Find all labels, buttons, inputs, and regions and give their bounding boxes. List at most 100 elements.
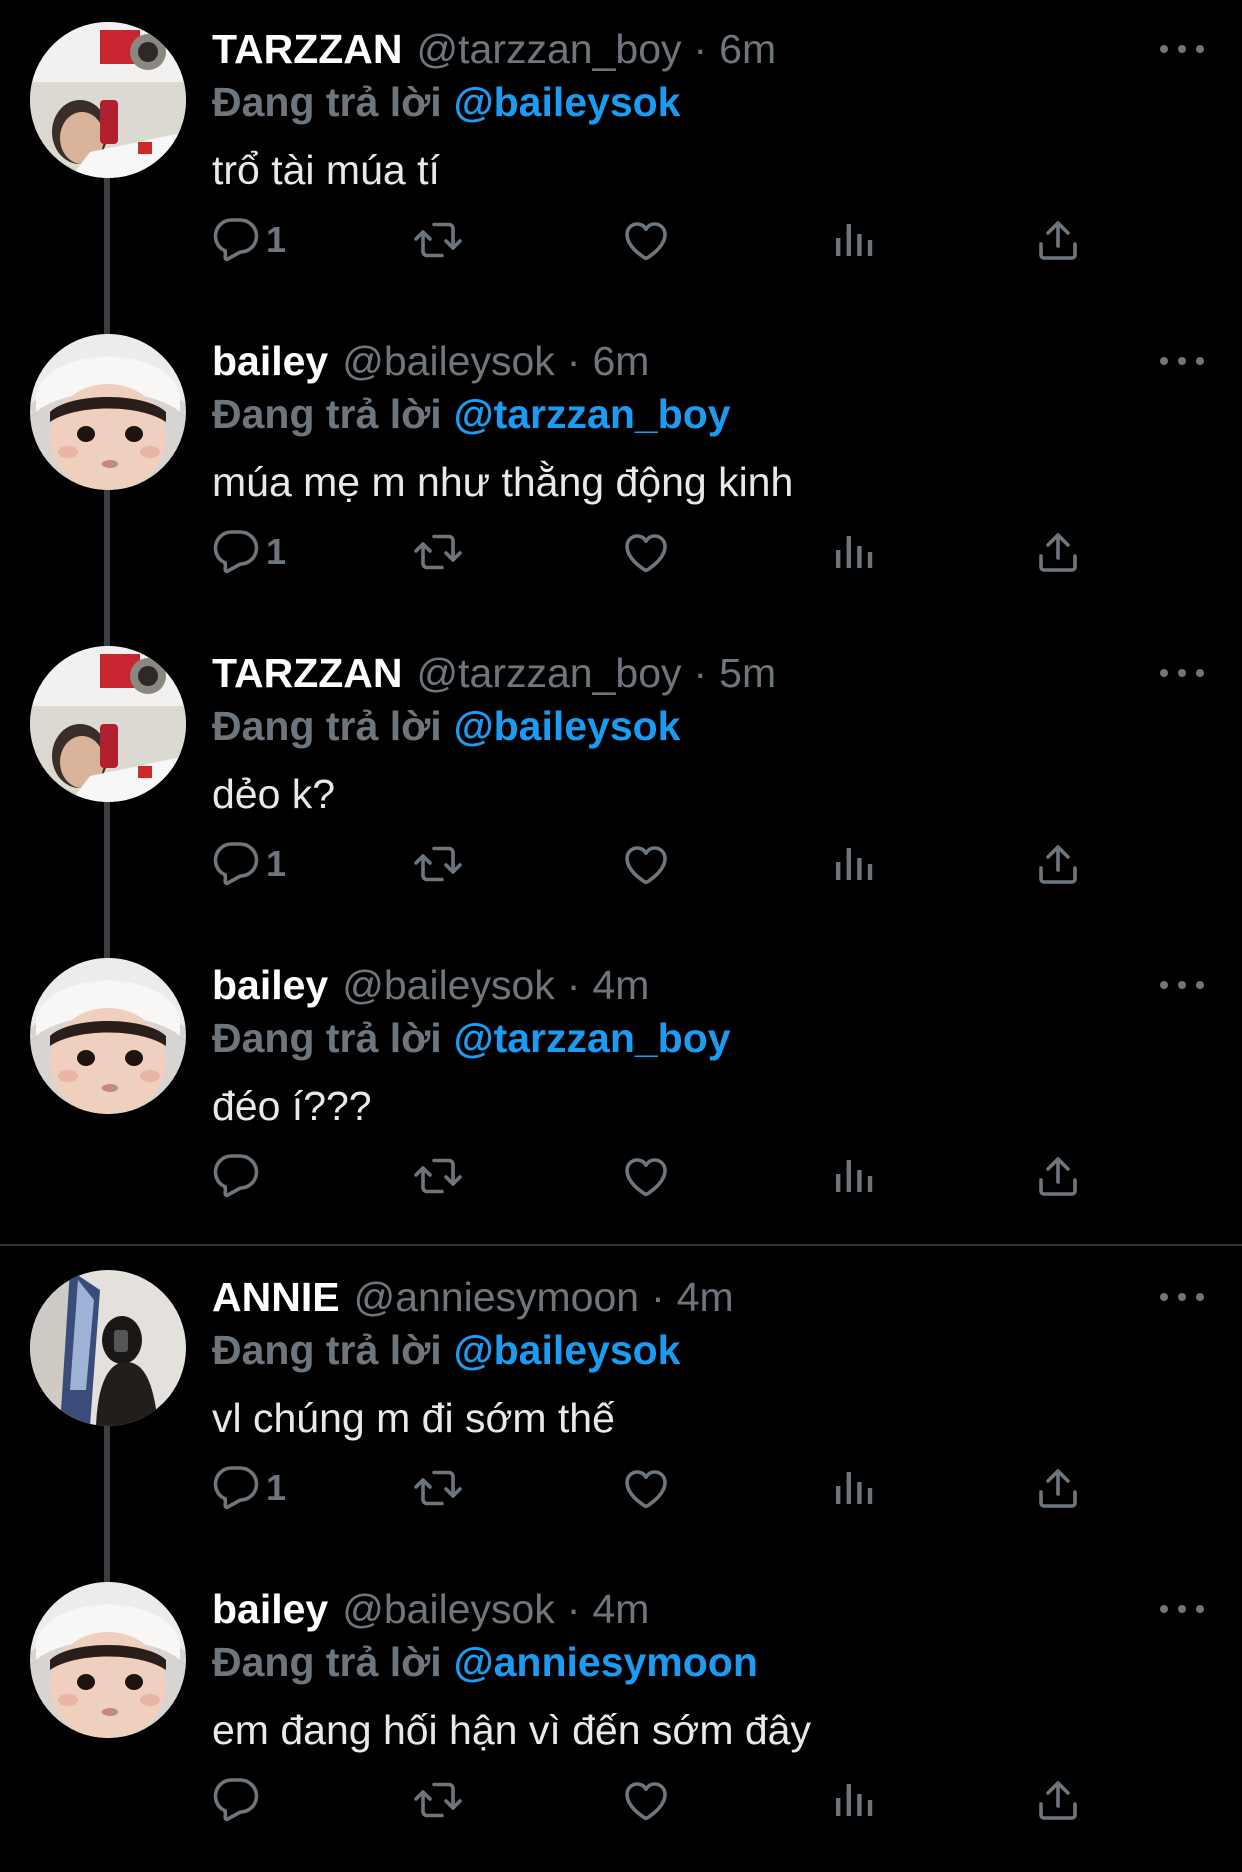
share-icon (1034, 1464, 1082, 1512)
avatar[interactable] (30, 1582, 186, 1738)
tweet[interactable]: TARZZAN @tarzzan_boy · 5m Đang trả lời @b… (0, 624, 1242, 958)
reply-button[interactable]: 1 (212, 1458, 286, 1518)
replying-to: Đang trả lời @anniesymoon (212, 1636, 758, 1688)
retweet-icon (414, 1464, 462, 1512)
tweet-text: dẻo k? (212, 771, 336, 817)
more-icon[interactable] (1160, 34, 1204, 64)
retweet-button[interactable] (414, 1146, 462, 1206)
avatar[interactable] (30, 22, 186, 178)
display-name[interactable]: TARZZAN (212, 22, 403, 76)
more-icon[interactable] (1160, 658, 1204, 688)
more-icon[interactable] (1160, 1282, 1204, 1312)
views-button[interactable] (830, 1458, 878, 1518)
reply-to-handle[interactable]: @tarzzan_boy (454, 391, 731, 437)
like-button[interactable] (622, 1770, 670, 1830)
username[interactable]: @baileysok (342, 1582, 555, 1636)
tweet[interactable]: ANNIE @anniesymoon · 4m Đang trả lời @bai… (0, 1248, 1242, 1582)
display-name[interactable]: TARZZAN (212, 646, 403, 700)
avatar[interactable] (30, 334, 186, 490)
reply-button[interactable]: 1 (212, 834, 286, 894)
timestamp[interactable]: 4m (677, 1270, 734, 1324)
reply-to-handle[interactable]: @baileysok (454, 703, 681, 749)
like-icon (622, 1464, 670, 1512)
more-icon[interactable] (1160, 970, 1204, 1000)
reply-button[interactable] (212, 1146, 266, 1206)
like-button[interactable] (622, 210, 670, 270)
action-bar (212, 1770, 1112, 1830)
share-button[interactable] (1034, 834, 1082, 894)
timestamp[interactable]: 4m (592, 1582, 649, 1636)
tweet[interactable]: TARZZAN @tarzzan_boy · 6m Đang trả lời @b… (0, 0, 1242, 334)
reply-to-handle[interactable]: @baileysok (454, 1327, 681, 1373)
display-name[interactable]: ANNIE (212, 1270, 340, 1324)
reply-button[interactable] (212, 1770, 266, 1830)
separator: · (566, 962, 581, 1008)
views-icon (830, 1464, 878, 1512)
share-button[interactable] (1034, 1458, 1082, 1518)
like-button[interactable] (622, 1458, 670, 1518)
timestamp[interactable]: 4m (592, 958, 649, 1012)
username[interactable]: @tarzzan_boy (417, 646, 682, 700)
views-button[interactable] (830, 1770, 878, 1830)
reply-button[interactable]: 1 (212, 522, 286, 582)
views-button[interactable] (830, 522, 878, 582)
username[interactable]: @anniesymoon (354, 1270, 640, 1324)
timestamp[interactable]: 6m (719, 22, 776, 76)
tweet-text: múa mẹ m như thằng động kinh (212, 459, 794, 505)
avatar[interactable] (30, 646, 186, 802)
reply-to-handle[interactable]: @tarzzan_boy (454, 1015, 731, 1061)
retweet-button[interactable] (414, 210, 462, 270)
separator: · (566, 1586, 581, 1632)
avatar[interactable] (30, 958, 186, 1114)
display-name[interactable]: bailey (212, 958, 328, 1012)
share-button[interactable] (1034, 210, 1082, 270)
username[interactable]: @tarzzan_boy (417, 22, 682, 76)
reply-prefix: Đang trả lời (212, 703, 442, 749)
retweet-button[interactable] (414, 1458, 462, 1518)
tweet-text: vl chúng m đi sớm thế (212, 1395, 615, 1441)
display-name[interactable]: bailey (212, 334, 328, 388)
views-icon (830, 1152, 878, 1200)
tweet[interactable]: bailey @baileysok · 4m Đang trả lời @tarz… (0, 936, 1242, 1248)
like-button[interactable] (622, 522, 670, 582)
retweet-button[interactable] (414, 834, 462, 894)
timestamp[interactable]: 6m (592, 334, 649, 388)
tweet[interactable]: bailey @baileysok · 6m Đang trả lời @tarz… (0, 312, 1242, 646)
timestamp[interactable]: 5m (719, 646, 776, 700)
username[interactable]: @baileysok (342, 958, 555, 1012)
share-button[interactable] (1034, 1770, 1082, 1830)
reply-count: 1 (266, 219, 287, 260)
share-icon (1034, 216, 1082, 264)
more-icon[interactable] (1160, 346, 1204, 376)
avatar[interactable] (30, 1270, 186, 1426)
like-button[interactable] (622, 834, 670, 894)
retweet-button[interactable] (414, 522, 462, 582)
views-icon (830, 1776, 878, 1824)
tweet-text: em đang hối hận vì đến sớm đây (212, 1707, 811, 1753)
reply-to-handle[interactable]: @baileysok (454, 79, 681, 125)
reply-to-handle[interactable]: @anniesymoon (454, 1639, 758, 1685)
reply-button[interactable]: 1 (212, 210, 286, 270)
action-bar: 1 (212, 522, 1112, 582)
tweet[interactable]: bailey @baileysok · 4m Đang trả lời @anni… (0, 1560, 1242, 1872)
like-icon (622, 1776, 670, 1824)
replying-to: Đang trả lời @tarzzan_boy (212, 388, 731, 440)
like-button[interactable] (622, 1146, 670, 1206)
like-icon (622, 528, 670, 576)
more-icon[interactable] (1160, 1594, 1204, 1624)
thread-divider (0, 1244, 1242, 1246)
views-button[interactable] (830, 1146, 878, 1206)
reply-prefix: Đang trả lời (212, 391, 442, 437)
retweet-button[interactable] (414, 1770, 462, 1830)
share-button[interactable] (1034, 1146, 1082, 1206)
views-button[interactable] (830, 834, 878, 894)
replying-to: Đang trả lời @baileysok (212, 1324, 681, 1376)
retweet-icon (414, 1152, 462, 1200)
display-name[interactable]: bailey (212, 1582, 328, 1636)
views-button[interactable] (830, 210, 878, 270)
username[interactable]: @baileysok (342, 334, 555, 388)
share-button[interactable] (1034, 522, 1082, 582)
share-icon (1034, 1152, 1082, 1200)
reply-count: 1 (266, 531, 287, 572)
action-bar: 1 (212, 834, 1112, 894)
